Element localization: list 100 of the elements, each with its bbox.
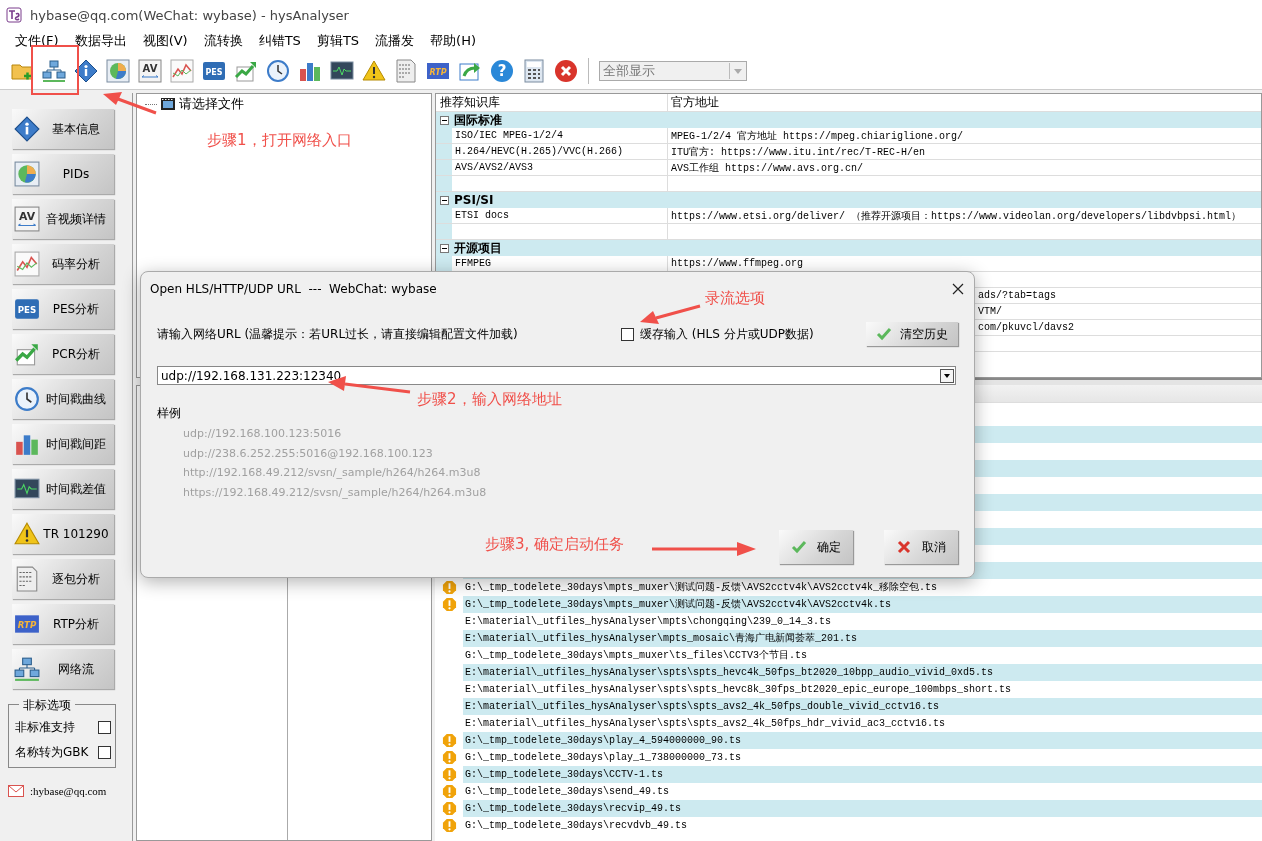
network-icon[interactable] [42, 58, 66, 83]
file-path[interactable]: E:\material\_utfiles_hysAnalyser\spts\spts_hevc4k_50fps_bt2020_10bpp_audio_vivid_0xd5.ts [463, 664, 1262, 681]
annotation-text: 步骤2，输入网络地址 [417, 390, 562, 409]
info-icon[interactable] [74, 58, 98, 83]
file-path[interactable]: E:\material\_utfiles_hysAnalyser\mpts_mosaic\青海广电新闻荟萃_201.ts [463, 630, 1262, 647]
table-cell-text: ITU官方: https://www.itu.int/rec/T-REC-H/en [670, 145, 926, 159]
table-cell: ads/?tab=tags [978, 290, 1056, 301]
file-path[interactable]: G:\_tmp_todelete_30days\send_49.ts [463, 783, 1262, 800]
pes-icon: PES [14, 296, 40, 322]
clock-icon[interactable] [266, 58, 290, 83]
contact-email: :hybase@qq.com [30, 785, 107, 797]
menu-item[interactable]: 文件(F) [15, 32, 59, 50]
menu-item[interactable]: 流播发 [375, 32, 415, 50]
menu-item[interactable]: 视图(V) [142, 32, 188, 50]
annotation-arrow [640, 304, 701, 324]
collapse-icon[interactable] [440, 115, 449, 125]
file-path[interactable]: E:\material\_utfiles_hysAnalyser\spts\spts_hevc8k_30fps_bt2020_epic_europe_100mbps_short.ts [463, 681, 1262, 698]
tree-item[interactable]: 请选择文件 [179, 95, 244, 113]
checkbox-label: 非标准支持 [15, 719, 75, 736]
url-field[interactable]: udp://192.168.131.223:12340 [157, 366, 956, 385]
annotation-text: 步骤1，打开网络入口 [207, 131, 352, 150]
menu-item[interactable]: 数据导出 [74, 32, 127, 50]
av-icon[interactable]: AV [138, 58, 162, 83]
line-chart-icon[interactable] [170, 58, 194, 83]
file-path[interactable]: E:\material\_utfiles_hysAnalyser\mpts\chongqing\239_0_14_3.ts [463, 613, 1262, 630]
file-path[interactable]: G:\_tmp_todelete_30days\CCTV-1.ts [463, 766, 1262, 783]
menu-item[interactable]: 帮助(H) [430, 32, 476, 50]
av-icon: AV [14, 206, 40, 232]
file-path[interactable]: E:\material\_utfiles_hysAnalyser\spts\spts_avs2_4k_50fps_double_vivid_cctv16.ts [463, 698, 1262, 715]
examples-title: 样例 [157, 405, 181, 422]
cancel-button[interactable]: 取消 [884, 530, 958, 564]
sidebar-button[interactable]: PES PES分析 [12, 289, 114, 329]
group-title: PSI/SI [454, 193, 494, 207]
check-icon [791, 539, 807, 555]
warning-icon [14, 521, 40, 547]
line-chart-icon [14, 251, 40, 277]
check-icon [876, 326, 892, 342]
trend-chart-icon [14, 341, 40, 367]
file-path[interactable]: G:\_tmp_todelete_30days\recvdvb_49.ts [463, 817, 1262, 834]
close-icon[interactable] [952, 283, 964, 295]
calculator-icon[interactable] [522, 58, 546, 83]
annotation-arrow [103, 92, 157, 115]
file-path[interactable]: G:\_tmp_todelete_30days\recvip_49.ts [463, 800, 1262, 817]
checkbox[interactable] [98, 721, 111, 734]
sidebar-button[interactable]: 码率分析 [12, 244, 114, 284]
monitor-icon[interactable] [330, 58, 354, 83]
sidebar-button[interactable]: RTP RTP分析 [12, 604, 114, 644]
group-title: 非标选项 [19, 697, 75, 714]
prompt-text: 请输入网络URL (温馨提示：若URL过长，请直接编辑配置文件加载) [157, 325, 519, 343]
pie-chart-icon[interactable] [106, 58, 130, 83]
app-icon [6, 7, 22, 23]
warning-icon[interactable] [362, 58, 386, 83]
highlight-box [31, 45, 79, 95]
table-cell: H.264/HEVC(H.265)/VVC(H.266) [452, 144, 668, 159]
example-url: udp://238.6.252.255:5016@192.168.100.123 [183, 445, 434, 461]
sidebar-button[interactable]: 逐包分析 [12, 559, 114, 599]
file-path[interactable]: G:\_tmp_todelete_30days\mpts_muxer\ts_files\CCTV3个节目.ts [463, 647, 1262, 664]
table-cell: ETSI docs [452, 208, 668, 223]
annotation-text: 录流选项 [705, 289, 765, 308]
network-icon [14, 656, 40, 682]
column-header[interactable]: 推荐知识库 [436, 94, 668, 111]
sidebar-button[interactable]: 时间戳差值 [12, 469, 114, 509]
table-cell: ISO/IEC MPEG-1/2/4 [452, 128, 668, 143]
table-cell-text: https://www.ffmpeg.org [670, 258, 804, 269]
menu-item[interactable]: 纠错TS [258, 32, 301, 50]
ok-button[interactable]: 确定 [779, 530, 853, 564]
column-header[interactable]: 官方地址 [668, 94, 719, 111]
group-title: 开源项目 [454, 239, 502, 257]
menu-item[interactable]: 剪辑TS [316, 32, 360, 50]
sidebar-button[interactable]: PCR分析 [12, 334, 114, 374]
example-url: udp://192.168.100.123:5016 [183, 426, 343, 442]
pie-chart-icon [14, 161, 40, 187]
checkbox-label: 缓存输入 (HLS 分片或UDP数据) [640, 325, 814, 343]
file-path[interactable]: E:\material\_utfiles_hysAnalyser\spts\spts_avs2_4k_50fps_hdr_vivid_ac3_cctv16.ts [463, 715, 1262, 732]
envelope-icon [8, 785, 24, 797]
clear-history-button[interactable]: 清空历史 [866, 322, 958, 346]
checkbox[interactable] [98, 746, 111, 759]
file-path[interactable]: G:\_tmp_todelete_30days\play_4_594000000_90.ts [463, 732, 1262, 749]
sidebar-button[interactable]: 网络流 [12, 649, 114, 689]
file-path[interactable]: G:\_tmp_todelete_30days\mpts_muxer\测试问题-反馈\AVS2cctv4k\AVS2cctv4k_移除空包.ts [463, 579, 1262, 596]
film-icon [160, 96, 176, 112]
sidebar-button[interactable]: AV 音视频详情 [12, 199, 114, 239]
help-icon[interactable]: ? [490, 58, 514, 83]
sidebar-button[interactable]: TR 101290 [12, 514, 114, 554]
binary-icon [14, 566, 40, 592]
checkbox-label: 名称转为GBK [15, 744, 89, 761]
sidebar-button[interactable]: 时间戳间距 [12, 424, 114, 464]
table-cell-text: AVS工作组 https://www.avs.org.cn/ [670, 161, 864, 175]
file-path[interactable]: G:\_tmp_todelete_30days\mpts_muxer\测试问题-反馈\AVS2cctv4k\AVS2cctv4k.ts [463, 596, 1262, 613]
checkbox[interactable] [621, 327, 634, 341]
table-cell-text: https://www.etsi.org/deliver/ （推荐开源项目：https://www.videolan.org/developers/libdvbpsi.html） [670, 209, 1242, 223]
sidebar-button[interactable]: 时间戳曲线 [12, 379, 114, 419]
file-path[interactable]: G:\_tmp_todelete_30days\play_1_738000000_73.ts [463, 749, 1262, 766]
annotation-text: 步骤3, 确定启动任务 [485, 535, 625, 554]
menu-item[interactable]: 流转换 [203, 32, 243, 50]
sidebar-button[interactable]: 基本信息 [12, 109, 114, 149]
sidebar-button[interactable]: PIDs [12, 154, 114, 194]
clock-icon [14, 386, 40, 412]
collapse-icon[interactable] [440, 243, 449, 253]
collapse-icon[interactable] [440, 195, 449, 205]
